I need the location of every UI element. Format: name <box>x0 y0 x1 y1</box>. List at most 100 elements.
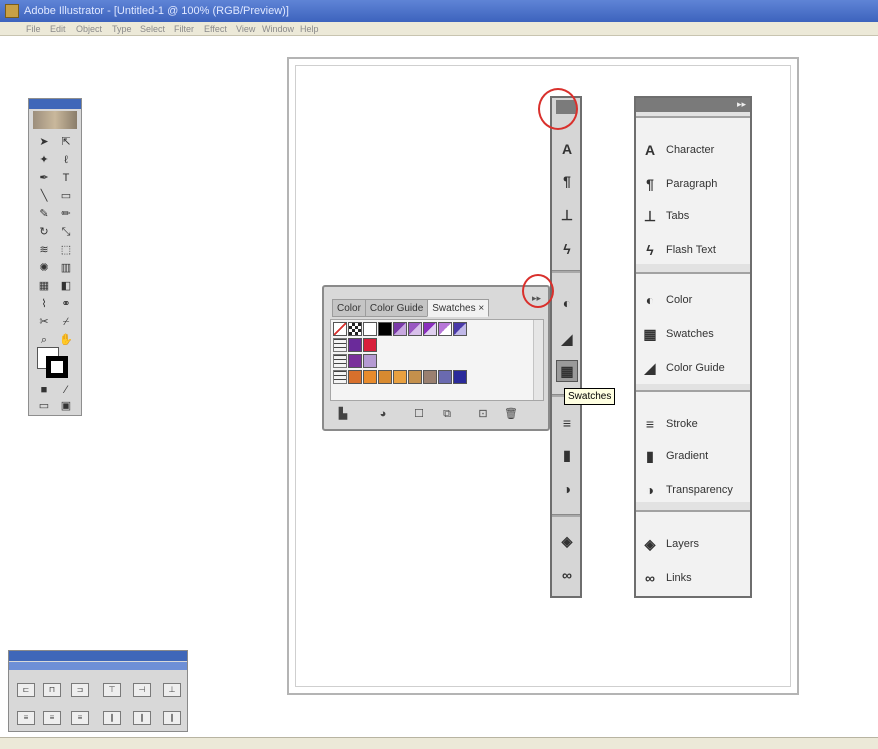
scissors-tool-icon[interactable]: ✂ <box>35 315 53 329</box>
stroke-panel-item[interactable]: ≡ Stroke <box>640 412 748 436</box>
layers-panel-item[interactable]: ◈ Layers <box>640 532 748 556</box>
swatch[interactable] <box>423 370 437 384</box>
window-title-bar[interactable]: Adobe Illustrator - [Untitled-1 @ 100% (… <box>0 0 878 22</box>
swatch[interactable] <box>438 370 452 384</box>
tab-color-guide[interactable]: Color Guide <box>364 299 429 317</box>
align-middle-icon[interactable]: ⊣ <box>133 683 151 697</box>
swatch[interactable] <box>453 322 467 336</box>
align-panel-titlebar[interactable] <box>9 651 187 661</box>
color-guide-panel-item[interactable]: ◢ Color Guide <box>640 356 748 380</box>
swatch[interactable] <box>408 322 422 336</box>
expanded-dock-header[interactable]: ▸▸ <box>636 98 750 112</box>
scale-tool-icon[interactable]: ⤡ <box>57 225 75 239</box>
menu-window[interactable]: Window <box>262 24 294 34</box>
distribute-right-icon[interactable]: ∥ <box>163 711 181 725</box>
none-mode-icon[interactable]: ⁄ <box>57 383 75 397</box>
flash-text-icon[interactable]: ϟ <box>556 238 578 260</box>
pen-tool-icon[interactable]: ✒ <box>35 171 53 185</box>
align-left-icon[interactable]: ⊏ <box>17 683 35 697</box>
distribute-top-icon[interactable]: ≡ <box>17 711 35 725</box>
tab-swatches[interactable]: Swatches × <box>427 299 490 317</box>
color-mode-icon[interactable]: ■ <box>35 383 53 397</box>
transparency-panel-item[interactable]: ◑ Transparency <box>640 478 748 502</box>
transparency-icon[interactable]: ◑ <box>556 478 578 500</box>
align-bottom-icon[interactable]: ⊥ <box>163 683 181 697</box>
color-icon[interactable]: ◐ <box>556 292 578 314</box>
color-group-icon[interactable] <box>333 338 347 352</box>
zoom-tool-icon[interactable]: ⌕ <box>35 333 53 347</box>
new-color-group-icon[interactable]: ⧉ <box>440 407 454 421</box>
tab-color[interactable]: Color <box>332 299 366 317</box>
swatch[interactable] <box>348 354 362 368</box>
swatch[interactable] <box>348 338 362 352</box>
direct-selection-tool-icon[interactable]: ⇱ <box>57 135 75 149</box>
paragraph-panel-item[interactable]: ¶ Paragraph <box>640 172 748 196</box>
lasso-tool-icon[interactable]: ℓ <box>57 153 75 167</box>
full-screen-mode-icon[interactable]: ▣ <box>57 399 75 413</box>
swatch[interactable] <box>393 322 407 336</box>
swatch[interactable] <box>348 370 362 384</box>
swatch[interactable] <box>363 322 377 336</box>
swatch[interactable] <box>363 354 377 368</box>
menu-filter[interactable]: Filter <box>174 24 194 34</box>
warp-tool-icon[interactable]: ≋ <box>35 243 53 257</box>
fill-stroke-control[interactable] <box>37 347 69 379</box>
new-swatch-icon[interactable]: ⊡ <box>476 407 490 421</box>
screen-mode-icon[interactable]: ▭ <box>35 399 53 413</box>
delete-swatch-icon[interactable]: 🗑 <box>504 407 518 421</box>
align-top-icon[interactable]: ⊤ <box>103 683 121 697</box>
type-tool-icon[interactable]: T <box>57 171 75 185</box>
rotate-tool-icon[interactable]: ↻ <box>35 225 53 239</box>
tabs-icon[interactable]: ⊥ <box>556 204 578 226</box>
distribute-center-icon[interactable]: ∥ <box>133 711 151 725</box>
menu-help[interactable]: Help <box>300 24 319 34</box>
links-icon[interactable]: ∞ <box>556 564 578 586</box>
distribute-left-icon[interactable]: ∥ <box>103 711 121 725</box>
distribute-bottom-icon[interactable]: ≡ <box>71 711 89 725</box>
free-transform-tool-icon[interactable]: ⬚ <box>57 243 75 257</box>
character-icon[interactable]: A <box>556 138 578 160</box>
blend-tool-icon[interactable]: ⚭ <box>57 297 75 311</box>
menu-view[interactable]: View <box>236 24 255 34</box>
layers-icon[interactable]: ◈ <box>556 530 578 552</box>
swatches-scrollbar[interactable] <box>533 320 543 400</box>
align-panel-tab[interactable] <box>9 662 187 670</box>
dock-collapse-button[interactable]: ▸▸ <box>737 99 746 109</box>
menu-edit[interactable]: Edit <box>50 24 66 34</box>
slice-tool-icon[interactable]: ⌿ <box>57 315 75 329</box>
color-guide-icon[interactable]: ◢ <box>556 328 578 350</box>
swatch[interactable] <box>378 370 392 384</box>
swatch[interactable] <box>363 370 377 384</box>
pencil-tool-icon[interactable]: ✏ <box>57 207 75 221</box>
swatch[interactable] <box>363 338 377 352</box>
magic-wand-tool-icon[interactable]: ✦ <box>35 153 53 167</box>
swatch-none[interactable] <box>333 322 347 336</box>
menu-type[interactable]: Type <box>112 24 132 34</box>
color-group-icon[interactable] <box>333 354 347 368</box>
swatch[interactable] <box>453 370 467 384</box>
swatch-libraries-icon[interactable]: ▙ <box>336 407 350 421</box>
paintbrush-tool-icon[interactable]: ✎ <box>35 207 53 221</box>
flash-text-panel-item[interactable]: ϟ Flash Text <box>640 238 748 262</box>
gradient-icon[interactable]: ▮ <box>556 444 578 466</box>
menu-effect[interactable]: Effect <box>204 24 227 34</box>
color-panel-item[interactable]: ◐ Color <box>640 288 748 312</box>
swatch[interactable] <box>378 322 392 336</box>
swatch[interactable] <box>408 370 422 384</box>
color-group-icon[interactable] <box>333 370 347 384</box>
stroke-swatch[interactable] <box>46 356 68 378</box>
character-panel-item[interactable]: A Character <box>640 138 748 162</box>
menu-object[interactable]: Object <box>76 24 102 34</box>
swatch[interactable] <box>423 322 437 336</box>
align-center-icon[interactable]: ⊓ <box>43 683 61 697</box>
gradient-panel-item[interactable]: ▮ Gradient <box>640 444 748 468</box>
swatches-icon[interactable]: ▦ <box>556 360 578 382</box>
swatches-floating-panel[interactable]: ▸▸ Color Color Guide Swatches × ▙ ◕ ☐ ⧉ … <box>322 285 550 431</box>
tabs-panel-item[interactable]: ⊥ Tabs <box>640 204 748 228</box>
menu-file[interactable]: File <box>26 24 41 34</box>
mesh-tool-icon[interactable]: ▦ <box>35 279 53 293</box>
symbol-sprayer-tool-icon[interactable]: ✺ <box>35 261 53 275</box>
selection-tool-icon[interactable]: ➤ <box>35 135 53 149</box>
swatch[interactable] <box>438 322 452 336</box>
hand-tool-icon[interactable]: ✋ <box>57 333 75 347</box>
